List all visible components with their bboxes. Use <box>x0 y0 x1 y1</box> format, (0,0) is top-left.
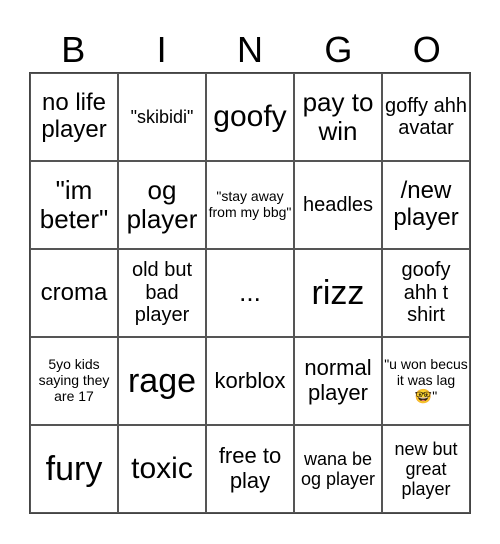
header-letter-g: G <box>324 29 353 70</box>
bingo-cell[interactable]: toxic <box>118 425 206 513</box>
bingo-cell[interactable]: old but bad player <box>118 249 206 337</box>
bingo-cell[interactable]: fury <box>30 425 118 513</box>
bingo-cell[interactable]: goffy ahh avatar <box>382 73 470 161</box>
bingo-cell[interactable]: normal player <box>294 337 382 425</box>
bingo-cell[interactable]: 5yo kids saying they are 17 <box>30 337 118 425</box>
header-letter-b: B <box>61 29 86 70</box>
bingo-cell[interactable]: og player <box>118 161 206 249</box>
bingo-cell[interactable]: pay to win <box>294 73 382 161</box>
bingo-cell[interactable]: croma <box>30 249 118 337</box>
bingo-cell[interactable]: free to play <box>206 425 294 513</box>
bingo-cell[interactable]: "stay away from my bbg" <box>206 161 294 249</box>
bingo-cell[interactable]: no life player <box>30 73 118 161</box>
bingo-cell free-space[interactable]: ... <box>206 249 294 337</box>
header-letter-o: O <box>412 29 441 70</box>
bingo-cell[interactable]: rage <box>118 337 206 425</box>
bingo-cell[interactable]: headles <box>294 161 382 249</box>
bingo-cell[interactable]: "u won becus it was lag 🤓" <box>382 337 470 425</box>
bingo-cell[interactable]: wana be og player <box>294 425 382 513</box>
bingo-cell[interactable]: goofy ahh t shirt <box>382 249 470 337</box>
header-letter-i: I <box>156 29 167 70</box>
bingo-cell[interactable]: goofy <box>206 73 294 161</box>
bingo-cell[interactable]: rizz <box>294 249 382 337</box>
bingo-cell[interactable]: new but great player <box>382 425 470 513</box>
bingo-cell[interactable]: /new player <box>382 161 470 249</box>
bingo-cell[interactable]: korblox <box>206 337 294 425</box>
bingo-grid: no life player "skibidi" goofy pay to wi… <box>29 72 471 514</box>
bingo-cell[interactable]: "skibidi" <box>118 73 206 161</box>
bingo-header: B I N G O <box>29 28 471 72</box>
bingo-cell[interactable]: "im beter" <box>30 161 118 249</box>
header-letter-n: N <box>236 29 263 70</box>
